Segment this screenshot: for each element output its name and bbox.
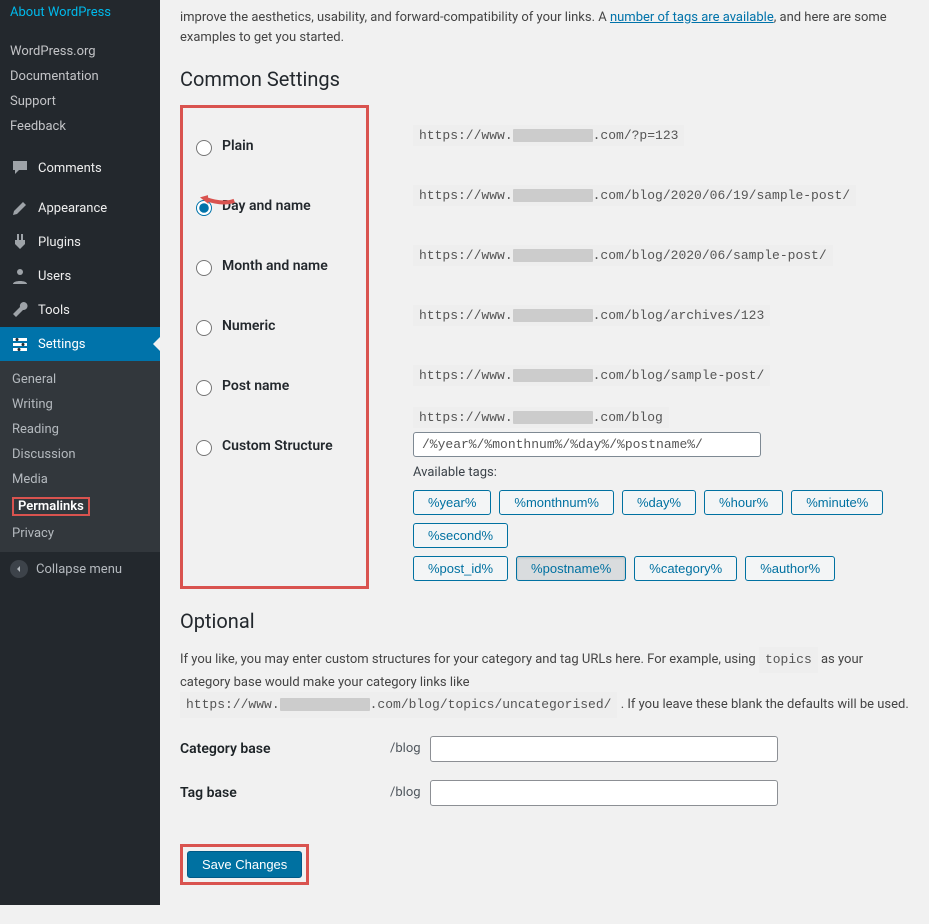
settings-sub-general[interactable]: General	[0, 367, 160, 392]
tag-day[interactable]: %day%	[622, 490, 696, 515]
appearance-icon	[10, 198, 30, 218]
radio-label-dayname[interactable]: Day and name	[222, 198, 311, 214]
tag-post_id[interactable]: %post_id%	[413, 556, 508, 581]
tag-category[interactable]: %category%	[634, 556, 737, 581]
sidebar-toplink-support[interactable]: Support	[0, 89, 160, 114]
collapse-menu[interactable]: Collapse menu	[0, 552, 160, 586]
collapse-icon	[10, 560, 28, 578]
sidebar-toplink-about-wordpress[interactable]: About WordPress	[0, 0, 160, 25]
sidebar-item-appearance[interactable]: Appearance	[0, 191, 160, 225]
settings-sub-privacy[interactable]: Privacy	[0, 521, 160, 546]
example-url-plain: https://www..com/?p=123	[413, 125, 684, 146]
example-url-numeric: https://www..com/blog/archives/123	[413, 305, 770, 326]
example-url-postname: https://www..com/blog/sample-post/	[413, 365, 770, 386]
radio-postname[interactable]	[196, 380, 212, 396]
category-base-prefix: /blog	[390, 741, 430, 756]
tools-icon	[10, 300, 30, 320]
tag-second[interactable]: %second%	[413, 523, 508, 548]
plugins-icon	[10, 232, 30, 252]
sidebar-toplink-wordpress-org[interactable]: WordPress.org	[0, 39, 160, 64]
permalinks-highlight: Permalinks	[12, 497, 90, 516]
radio-plain[interactable]	[196, 140, 212, 156]
radio-label-plain[interactable]: Plain	[222, 138, 254, 154]
radio-numeric[interactable]	[196, 320, 212, 336]
tag-monthnum[interactable]: %monthnum%	[499, 490, 614, 515]
tag-postname[interactable]: %postname%	[516, 556, 626, 581]
example-url-topics: https://www..com/blog/topics/uncategoris…	[180, 692, 617, 718]
admin-sidebar: About WordPress WordPress.orgDocumentatio…	[0, 0, 160, 905]
example-url-custom: https://www..com/blog	[413, 407, 669, 428]
radio-label-custom[interactable]: Custom Structure	[222, 438, 333, 454]
save-button-highlight: Save Changes	[180, 844, 309, 885]
sidebar-item-settings[interactable]: Settings	[0, 327, 160, 361]
settings-sub-reading[interactable]: Reading	[0, 417, 160, 442]
comments-icon	[10, 158, 30, 178]
sidebar-item-plugins[interactable]: Plugins	[0, 225, 160, 259]
example-code-topics: topics	[759, 647, 818, 673]
users-icon	[10, 266, 30, 286]
available-tags-label: Available tags:	[413, 465, 909, 480]
sidebar-item-users[interactable]: Users	[0, 259, 160, 293]
example-url-dayname: https://www..com/blog/2020/06/19/sample-…	[413, 185, 856, 206]
tag-hour[interactable]: %hour%	[704, 490, 783, 515]
tags-help-link[interactable]: number of tags are available	[610, 10, 774, 25]
example-url-monthname: https://www..com/blog/2020/06/sample-pos…	[413, 245, 833, 266]
collapse-label: Collapse menu	[36, 562, 122, 577]
settings-sub-permalinks[interactable]: Permalinks	[0, 492, 160, 521]
optional-description: If you like, you may enter custom struct…	[180, 647, 909, 718]
sidebar-item-comments[interactable]: Comments	[0, 145, 160, 191]
radio-label-postname[interactable]: Post name	[222, 378, 289, 394]
category-base-label: Category base	[180, 741, 390, 757]
sidebar-item-tools[interactable]: Tools	[0, 293, 160, 327]
tag-minute[interactable]: %minute%	[791, 490, 883, 515]
sidebar-toplink-documentation[interactable]: Documentation	[0, 64, 160, 89]
radio-label-monthname[interactable]: Month and name	[222, 258, 328, 274]
settings-icon	[10, 334, 30, 354]
tag-base-label: Tag base	[180, 785, 390, 801]
radio-custom[interactable]	[196, 440, 212, 456]
save-changes-button[interactable]: Save Changes	[187, 851, 302, 878]
settings-sub-media[interactable]: Media	[0, 467, 160, 492]
tag-author[interactable]: %author%	[745, 556, 835, 581]
tag-base-input[interactable]	[430, 780, 778, 806]
common-settings-heading: Common Settings	[180, 67, 909, 91]
tag-year[interactable]: %year%	[413, 490, 491, 515]
intro-paragraph: improve the aesthetics, usability, and f…	[180, 8, 909, 47]
sidebar-toplink-feedback[interactable]: Feedback	[0, 114, 160, 139]
category-base-input[interactable]	[430, 736, 778, 762]
radio-dayname[interactable]	[196, 200, 212, 216]
permalink-options-highlight: Plain Day and name Month and name Numeric Po…	[180, 105, 369, 589]
settings-sub-discussion[interactable]: Discussion	[0, 442, 160, 467]
optional-heading: Optional	[180, 609, 909, 633]
radio-label-numeric[interactable]: Numeric	[222, 318, 275, 334]
radio-monthname[interactable]	[196, 260, 212, 276]
settings-content: improve the aesthetics, usability, and f…	[160, 0, 929, 905]
tag-base-prefix: /blog	[390, 785, 430, 800]
settings-sub-writing[interactable]: Writing	[0, 392, 160, 417]
custom-structure-input[interactable]	[413, 432, 761, 457]
